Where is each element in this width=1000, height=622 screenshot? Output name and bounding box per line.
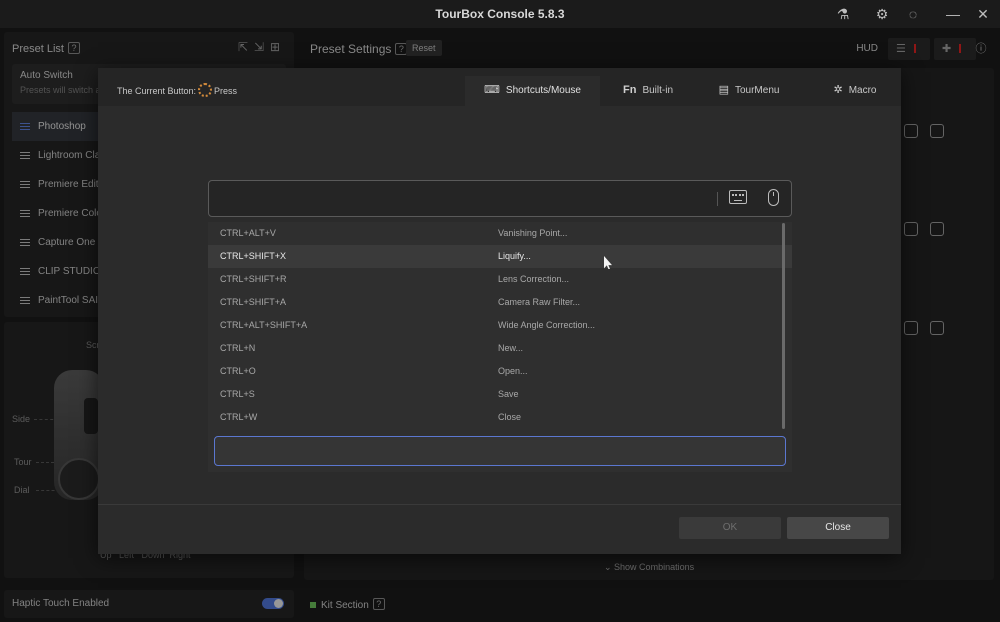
current-button-indicator: The Current Button: Press: [117, 83, 237, 98]
lightbulb-icon[interactable]: ◌: [904, 5, 922, 23]
fn-icon: Fn: [622, 84, 637, 96]
close-icon[interactable]: ✕: [974, 5, 992, 23]
list-item[interactable]: CTRL+S Save: [208, 383, 792, 406]
shortcut-list: CTRL+ALT+V Vanishing Point... CTRL+SHIFT+…: [208, 222, 792, 472]
knob-icon: [198, 83, 213, 97]
list-item[interactable]: CTRL+O Open...: [208, 360, 792, 383]
ok-button[interactable]: OK: [679, 517, 781, 539]
shortcut-dialog: The Current Button: Press ⌨ Shortcuts/Mou…: [98, 68, 901, 554]
mouse-icon[interactable]: [768, 189, 779, 206]
shortcut-capture-field[interactable]: [208, 180, 792, 217]
flask-icon[interactable]: ⚗: [834, 5, 852, 23]
keyboard-mouse-icon: ⌨: [484, 84, 500, 96]
scrollbar[interactable]: [782, 223, 785, 429]
tab-macro[interactable]: ✲ Macro: [810, 76, 900, 106]
divider: [98, 504, 901, 505]
list-item[interactable]: CTRL+ALT+V Vanishing Point...: [208, 222, 792, 245]
tab-tourmenu[interactable]: ▤ TourMenu: [704, 76, 794, 106]
minimize-icon[interactable]: —: [944, 5, 962, 23]
title-bar: TourBox Console 5.8.3 ⚗ ⚙ ◌ — ✕: [0, 0, 1000, 28]
divider: [717, 192, 718, 206]
dialog-header: The Current Button: Press ⌨ Shortcuts/Mou…: [98, 68, 901, 106]
tab-shortcuts-mouse[interactable]: ⌨ Shortcuts/Mouse: [465, 76, 600, 106]
menu-icon: ▤: [718, 84, 729, 96]
list-item[interactable]: CTRL+SHIFT+R Lens Correction...: [208, 268, 792, 291]
list-item[interactable]: CTRL+N New...: [208, 337, 792, 360]
custom-shortcut-input[interactable]: [214, 436, 786, 466]
tab-built-in[interactable]: Fn Built-in: [603, 76, 693, 106]
gear-icon[interactable]: ⚙: [873, 5, 891, 23]
list-item[interactable]: CTRL+ALT+SHIFT+A Wide Angle Correction...: [208, 314, 792, 337]
keyboard-icon[interactable]: [729, 190, 747, 204]
close-button[interactable]: Close: [787, 517, 889, 539]
list-item[interactable]: CTRL+SHIFT+A Camera Raw Filter...: [208, 291, 792, 314]
macro-icon: ✲: [833, 84, 843, 96]
list-item[interactable]: CTRL+SHIFT+X Liquify...: [208, 245, 792, 268]
list-item[interactable]: CTRL+W Close: [208, 406, 792, 429]
